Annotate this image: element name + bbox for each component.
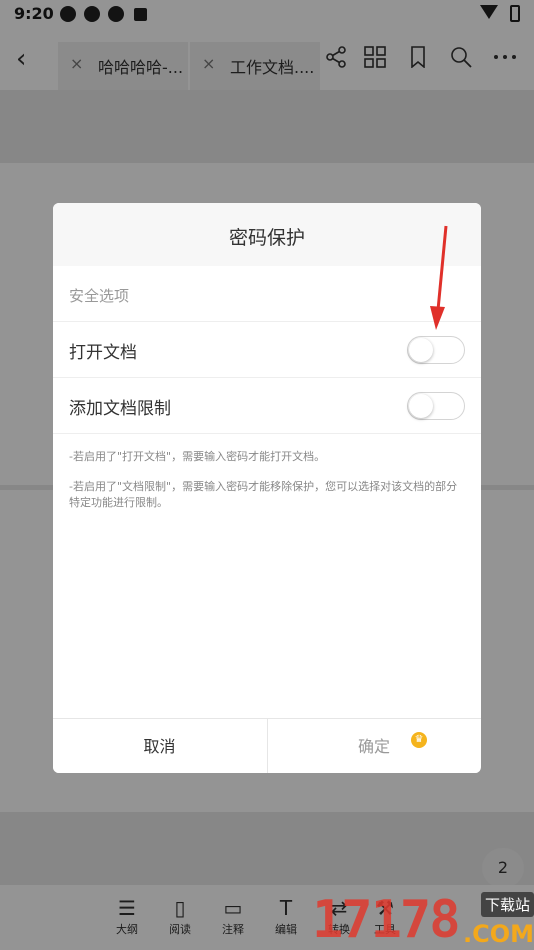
dialog-title: 密码保护 — [228, 227, 305, 249]
watermark-digits: 17178 — [312, 890, 461, 950]
confirm-button[interactable]: 确定 — [267, 719, 480, 773]
document-restriction-toggle[interactable] — [407, 392, 465, 420]
toggle-knob — [409, 394, 433, 418]
note-document-restriction: -若启用了"文档限制"，需要输入密码才能移除保护，您可以选择对该文档的部分特定功… — [69, 480, 458, 509]
watermark-com: .COM — [462, 920, 534, 948]
watermark-tag: 下载站 — [480, 892, 534, 917]
section-header: 安全选项 — [53, 266, 481, 322]
password-protection-dialog: 密码保护 安全选项 打开文档 添加文档限制 -若启用了"打开文档"，需要输入密码… — [53, 203, 481, 773]
crown-icon: ♛ — [411, 732, 427, 748]
option-row-open-document: 打开文档 — [53, 322, 481, 378]
cancel-button[interactable]: 取消 — [53, 719, 266, 773]
note-open-document: -若启用了"打开文档"，需要输入密码才能打开文档。 — [69, 450, 326, 463]
option-label: 打开文档 — [69, 343, 137, 363]
open-document-toggle[interactable] — [407, 336, 465, 364]
option-row-document-restriction: 添加文档限制 — [53, 378, 481, 434]
toggle-knob — [409, 338, 433, 362]
dialog-header: 密码保护 — [53, 203, 481, 266]
section-label: 安全选项 — [69, 287, 130, 305]
watermark-logo: 17178 下载站 .COM — [312, 890, 534, 950]
option-label: 添加文档限制 — [69, 399, 171, 419]
